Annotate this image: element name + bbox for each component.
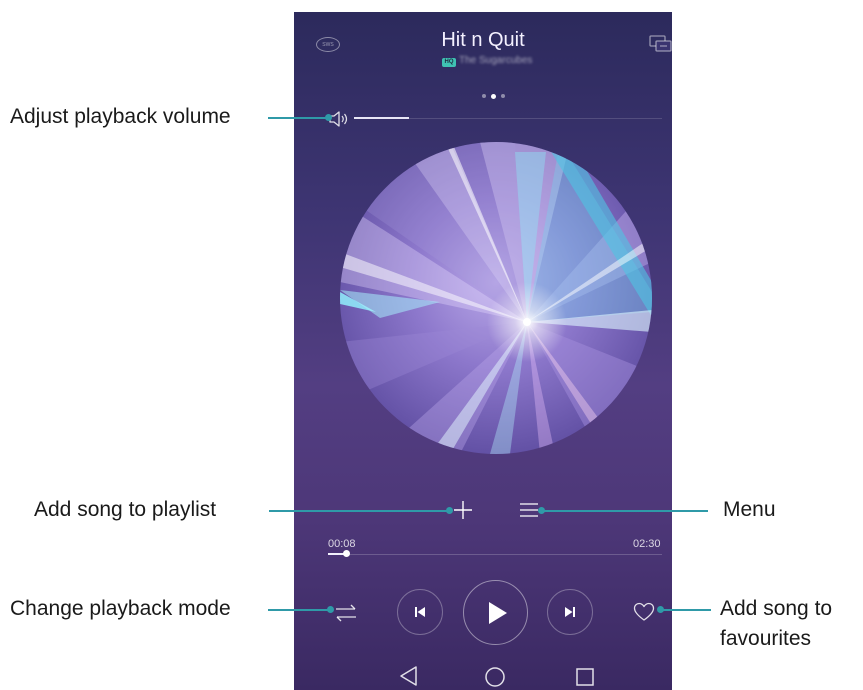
- screen-cast-icon[interactable]: [649, 35, 672, 53]
- song-title: Hit n Quit: [441, 29, 525, 51]
- skip-previous-icon: [415, 607, 425, 617]
- menu-lines-icon[interactable]: [518, 501, 540, 519]
- progress-track[interactable]: [328, 554, 662, 555]
- leader-dot-mode: [327, 606, 334, 613]
- play-button[interactable]: [463, 580, 528, 645]
- leader-line-favourite: [660, 609, 711, 611]
- leader-dot-add: [446, 507, 453, 514]
- nav-home-icon[interactable]: [484, 666, 506, 688]
- callout-favourites-line1: Add song to: [720, 597, 833, 620]
- hq-badge: HQ: [442, 58, 456, 67]
- nav-back-icon[interactable]: [398, 665, 420, 687]
- callout-add-to-playlist: Add song to playlist: [34, 498, 217, 521]
- artist-name: The Sugarcubes: [459, 55, 533, 66]
- leader-line-add: [269, 510, 447, 512]
- page-dot: [482, 94, 486, 98]
- leader-line-mode: [268, 609, 330, 611]
- skip-next-icon: [565, 607, 575, 617]
- current-time: 00:08: [328, 538, 356, 550]
- callout-menu: Menu: [723, 498, 776, 521]
- leader-line-volume: [268, 117, 328, 119]
- callout-change-mode: Change playback mode: [10, 597, 231, 620]
- music-player-screen: SWS Hit n Quit HQ The Sugarcubes 00:08 0…: [294, 12, 672, 690]
- leader-dot-volume: [325, 114, 332, 121]
- page-dot: [501, 94, 505, 98]
- progress-handle[interactable]: [343, 550, 350, 557]
- previous-button[interactable]: [397, 589, 443, 635]
- play-icon: [488, 601, 507, 624]
- callout-volume: Adjust playback volume: [10, 105, 231, 128]
- page-dot-active: [491, 93, 496, 99]
- volume-slider-fill[interactable]: [354, 117, 409, 119]
- leader-line-menu: [541, 510, 708, 512]
- heart-icon[interactable]: [633, 602, 655, 622]
- total-time: 02:30: [633, 538, 661, 550]
- repeat-order-icon[interactable]: [334, 602, 358, 624]
- album-art: [340, 142, 652, 454]
- next-button[interactable]: [547, 589, 593, 635]
- nav-recents-icon[interactable]: [575, 667, 595, 687]
- callout-favourites-line2: favourites: [720, 627, 812, 650]
- plus-icon[interactable]: [451, 498, 475, 522]
